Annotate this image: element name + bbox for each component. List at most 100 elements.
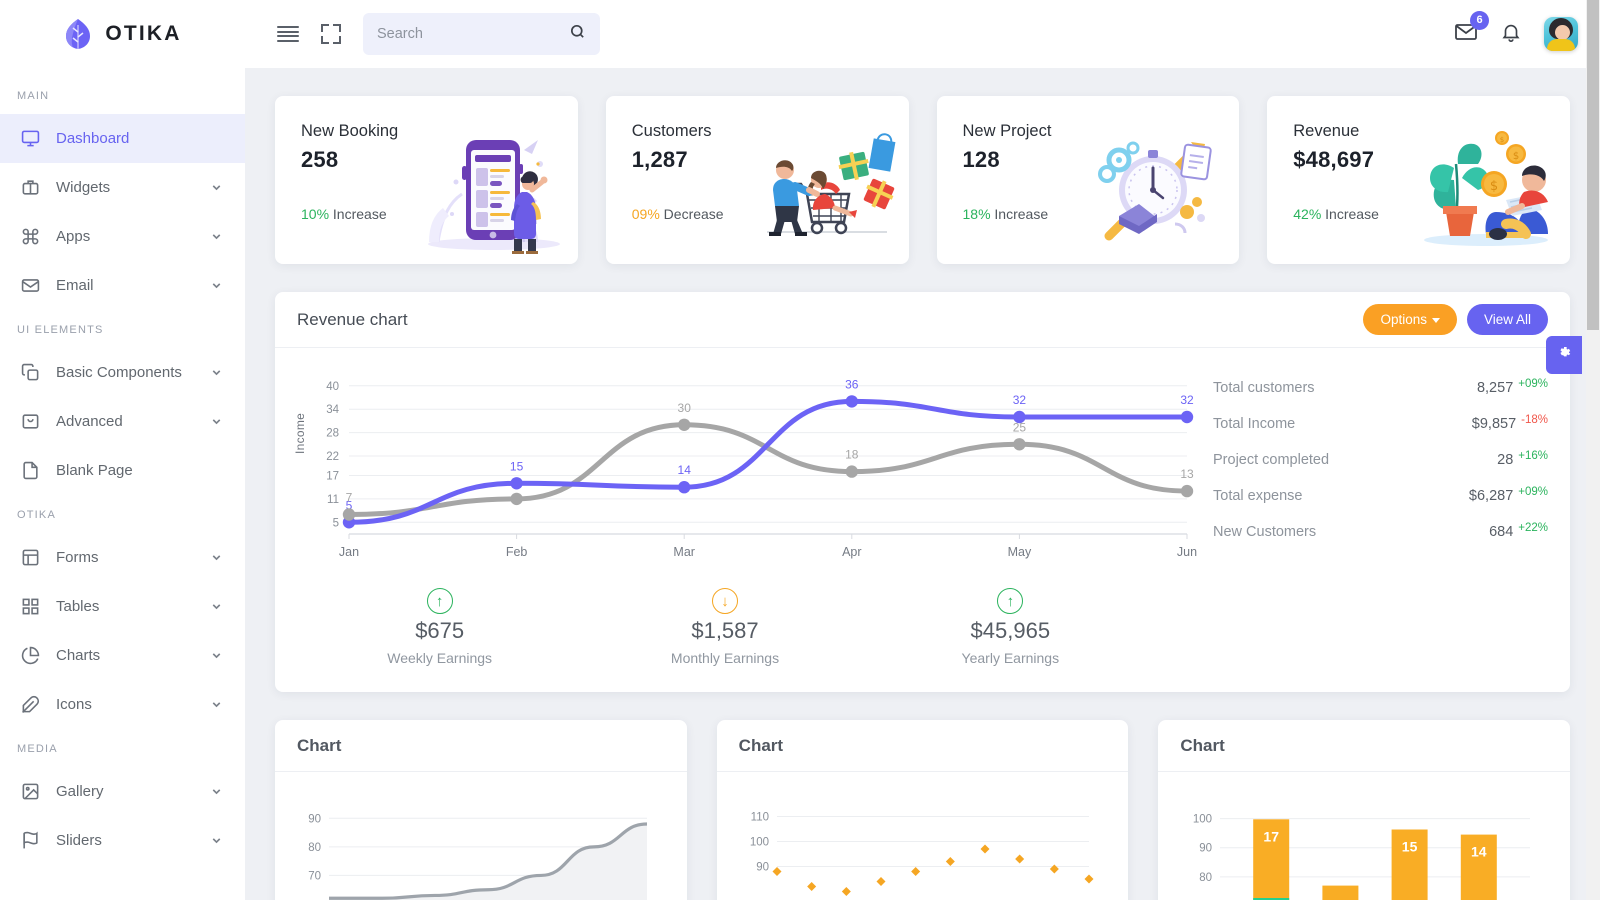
sidebar-item-label: Icons [56,696,92,713]
sidebar-item-advanced[interactable]: Advanced [0,397,245,446]
stat-row-name: Total customers [1213,380,1315,396]
stat-row: Project completed 28 +16% [1213,450,1548,488]
earning-caption: Yearly Earnings [961,650,1060,666]
options-button-label: Options [1380,312,1427,327]
topbar: 6 [245,0,1600,68]
search-input[interactable] [377,26,569,42]
sidebar-item-label: Sliders [56,832,102,849]
revenue-panel-body: Income 5 11 17 22 28 34 40 Jan Feb Mar Apr May Jun 5 1… [275,348,1570,576]
earning-caption: Monthly Earnings [670,650,780,666]
svg-text:$: $ [1500,136,1504,144]
stat-row-name: Total Income [1213,416,1296,432]
sidebar-item-label: Gallery [56,783,104,800]
copy-icon [19,362,41,384]
fullscreen-icon[interactable] [321,24,341,44]
page-title: Revenue chart [297,309,408,329]
stat-card-delta-pct: 09% [631,206,660,222]
settings-fab[interactable] [1546,336,1582,374]
sidebar-item-blank-page[interactable]: Blank Page [0,446,245,495]
earning-caption: Weekly Earnings [387,650,493,666]
sidebar-item-label: Widgets [56,179,111,196]
stat-card-delta: 09% Decrease [632,206,724,222]
sidebar-item-sliders[interactable]: Sliders [0,816,245,865]
sidebar-item-widgets[interactable]: Widgets [0,163,245,212]
svg-text:90: 90 [1200,843,1213,855]
chart-card-title: Chart [1158,720,1571,772]
scrollbar-thumb[interactable] [1587,0,1599,330]
mobile-review-illustration [418,124,570,255]
svg-text:Jan: Jan [339,545,359,559]
sidebar-item-icons[interactable]: Icons [0,680,245,729]
revenue-chart-ylabel: Income [293,412,307,454]
flag-icon [19,830,41,852]
command-icon [19,226,41,248]
chart-card-title: Chart [275,720,687,772]
sidebar-nav: MAIN Dashboard Widgets Apps Email UI ELE… [0,68,245,865]
bell-icon[interactable] [1500,21,1522,48]
svg-text:14: 14 [1471,844,1487,860]
chevron-down-icon [210,698,223,711]
hamburger-icon[interactable] [277,26,299,42]
sidebar-item-apps[interactable]: Apps [0,212,245,261]
svg-text:90: 90 [756,862,769,874]
svg-text:$: $ [1490,179,1498,194]
sidebar-item-label: Basic Components [56,364,182,381]
chevron-down-icon [210,785,223,798]
stat-row-pct: +09% [1518,486,1548,498]
svg-text:13: 13 [1180,467,1194,481]
chevron-down-icon [210,230,223,243]
nav-section-title-ui-elements: UI ELEMENTS [17,324,104,336]
sidebar-item-charts[interactable]: Charts [0,631,245,680]
sidebar-item-email[interactable]: Email [0,261,245,310]
main-area: 6 New Booking 258 10% Increase [245,0,1600,900]
options-button[interactable]: Options [1363,304,1457,335]
revenue-stats-list: Total customers 8,257 +09% Total Income … [1197,366,1548,576]
layout-icon [19,547,41,569]
stat-card-new-project[interactable]: New Project 128 18% Increase [936,96,1240,264]
svg-text:17: 17 [1264,828,1280,844]
mail-icon[interactable]: 6 [1454,10,1489,49]
svg-text:5: 5 [333,517,339,529]
sidebar-item-basic-components[interactable]: Basic Components [0,348,245,397]
search-icon[interactable] [569,23,586,45]
mini-chart-area-1[interactable]: 70 80 90 [275,772,687,900]
sidebar-item-forms[interactable]: Forms [0,533,245,582]
brand[interactable]: OTIKA [0,0,245,68]
stat-card-delta-word: Increase [994,206,1049,222]
sidebar-item-gallery[interactable]: Gallery [0,767,245,816]
stat-card-customers[interactable]: Customers 1,287 09% Decrease [605,96,909,264]
earning-amount: $675 [415,618,465,643]
svg-text:11: 11 [327,494,339,506]
stat-card-new-booking[interactable]: New Booking 258 10% Increase [275,96,578,264]
svg-text:$: $ [1513,151,1519,162]
search-box[interactable] [363,13,600,55]
revenue-panel-actions: Options View All [1363,304,1548,335]
stat-row-value: 684 [1489,524,1514,540]
stat-card-delta: 10% Increase [301,206,387,222]
earning-amount: $45,965 [970,618,1051,643]
stat-card-delta: 18% Increase [963,206,1049,222]
mini-chart-area-3[interactable]: 80 90 100 17 15 14 [1158,772,1570,900]
sidebar-item-tables[interactable]: Tables [0,582,245,631]
dashboard-app: OTIKA MAIN Dashboard Widgets Apps Email [0,0,1600,900]
svg-text:17: 17 [326,471,339,483]
svg-text:32: 32 [1013,393,1027,407]
sidebar-item-label: Blank Page [56,462,133,479]
avatar[interactable] [1544,17,1578,51]
svg-text:14: 14 [678,463,692,477]
chevron-down-icon [210,649,223,662]
revenue-line-chart[interactable]: Income 5 11 17 22 28 34 40 Jan Feb Mar Apr May Jun 5 1… [293,366,1197,576]
sidebar-item-label: Email [56,277,94,294]
stat-row-value: 28 [1497,452,1514,468]
sidebar-item-label: Apps [56,228,91,245]
brand-name: OTIKA [105,22,182,45]
stat-card-delta-pct: 18% [962,206,991,222]
sidebar: OTIKA MAIN Dashboard Widgets Apps Email [0,0,245,900]
svg-text:34: 34 [326,404,339,416]
sidebar-item-label: Tables [56,598,100,615]
page-scrollbar[interactable] [1586,0,1600,900]
stat-card-revenue[interactable]: Revenue $48,697 42% Increase $ $ $ [1267,96,1570,264]
sidebar-item-dashboard[interactable]: Dashboard [0,114,245,163]
mini-chart-area-2[interactable]: 90 100 110 [717,772,1129,900]
view-all-button[interactable]: View All [1466,304,1548,335]
